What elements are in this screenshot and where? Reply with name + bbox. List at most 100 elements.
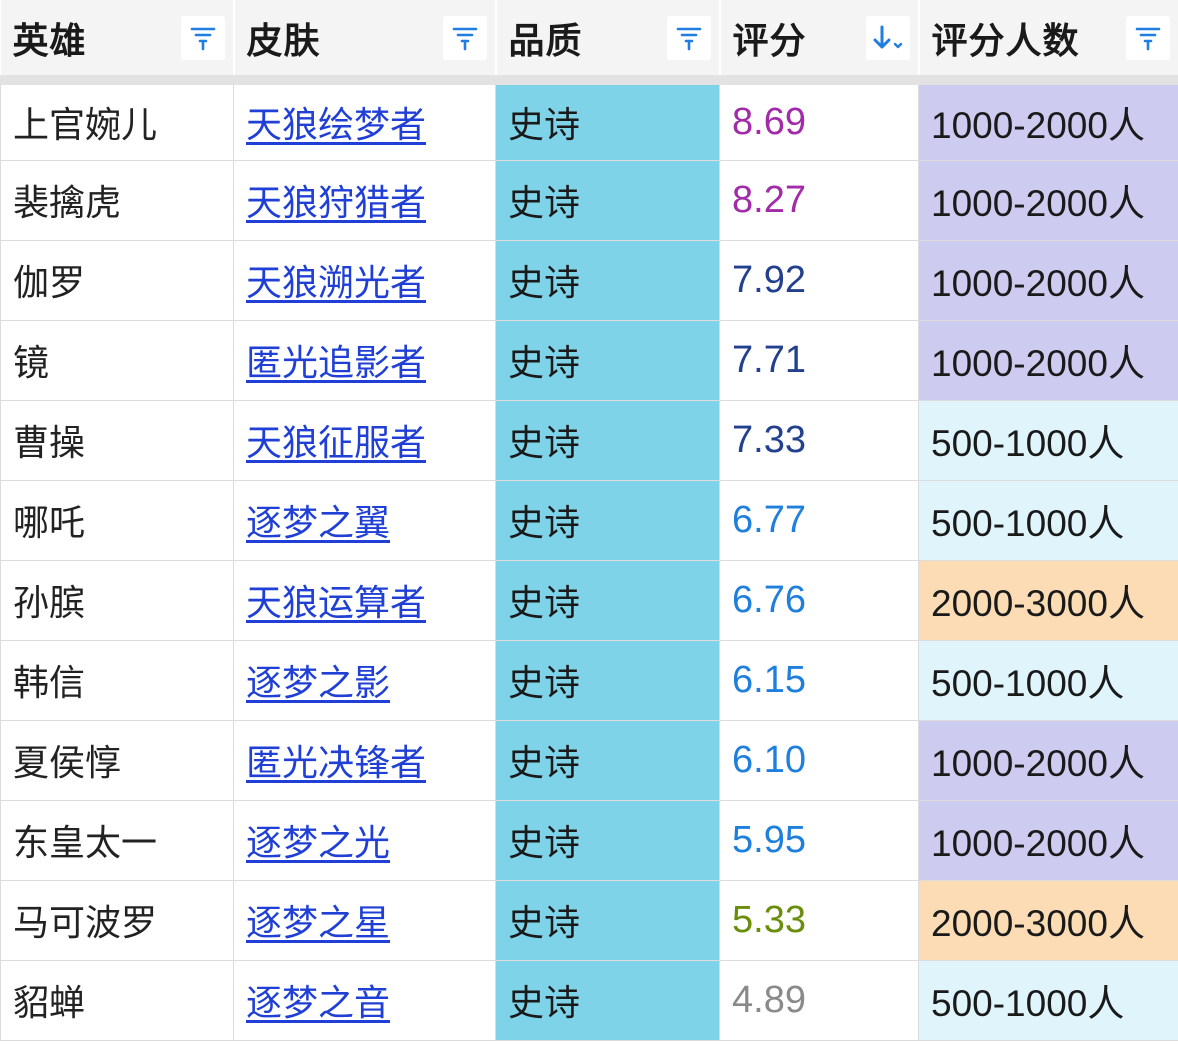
cell-quality: 史诗 xyxy=(495,879,720,961)
table-row: 裴擒虎 天狼狩猎者 史诗 8.27 1000-2000人 xyxy=(0,159,1178,241)
table-body: 上官婉儿 天狼绘梦者 史诗 8.69 1000-2000人 裴擒虎 天狼狩猎者 史诗 8.27 1… xyxy=(0,79,1178,1041)
skin-rating-table: 英雄 皮肤 品质 评分 评分人数 上官婉儿 天狼绘梦者 史诗 8.69 1000… xyxy=(0,0,1178,1041)
cell-skin: 天狼溯光者 xyxy=(233,239,496,321)
cell-rating-count: 500-1000人 xyxy=(918,959,1178,1041)
skin-link[interactable]: 天狼绘梦者 xyxy=(246,105,426,146)
cell-skin: 匿光追影者 xyxy=(233,319,496,401)
cell-rating-count: 2000-3000人 xyxy=(918,879,1178,961)
cell-skin: 逐梦之音 xyxy=(233,959,496,1041)
cell-skin: 天狼绘梦者 xyxy=(233,79,496,161)
skin-link[interactable]: 逐梦之影 xyxy=(246,663,390,704)
cell-quality: 史诗 xyxy=(495,319,720,401)
cell-hero: 貂蝉 xyxy=(0,959,234,1041)
column-header-skin[interactable]: 皮肤 xyxy=(233,0,497,85)
cell-rating-count: 500-1000人 xyxy=(918,639,1178,721)
skin-link[interactable]: 匿光追影者 xyxy=(246,343,426,384)
skin-link[interactable]: 天狼运算者 xyxy=(246,583,426,624)
cell-rating-count: 1000-2000人 xyxy=(918,319,1178,401)
cell-rating-count: 500-1000人 xyxy=(918,399,1178,481)
cell-score: 5.33 xyxy=(719,879,919,961)
cell-quality: 史诗 xyxy=(495,479,720,561)
cell-skin: 天狼运算者 xyxy=(233,559,496,641)
skin-link[interactable]: 天狼溯光者 xyxy=(246,263,426,304)
cell-quality: 史诗 xyxy=(495,799,720,881)
column-header-hero[interactable]: 英雄 xyxy=(0,0,235,85)
table-row: 镜匿光追影者 史诗 7.71 1000-2000人 xyxy=(0,319,1178,401)
table-row: 孙膑 天狼运算者 史诗 6.76 2000-3000人 xyxy=(0,559,1178,641)
skin-link[interactable]: 逐梦之星 xyxy=(246,903,390,944)
column-label: 品质 xyxy=(508,20,583,62)
table-row: 伽罗 天狼溯光者 史诗 7.92 1000-2000人 xyxy=(0,239,1178,321)
table-row: 上官婉儿 天狼绘梦者 史诗 8.69 1000-2000人 xyxy=(0,79,1178,161)
cell-score: 7.92 xyxy=(719,239,919,321)
cell-skin: 逐梦之影 xyxy=(233,639,496,721)
cell-skin: 逐梦之翼 xyxy=(233,479,496,561)
column-label: 皮肤 xyxy=(246,20,321,62)
cell-rating-count: 1000-2000人 xyxy=(918,239,1178,321)
cell-score: 6.15 xyxy=(719,639,919,721)
cell-hero: 夏侯惇 xyxy=(0,719,234,801)
table-row: 马可波罗 逐梦之星 史诗 5.33 2000-3000人 xyxy=(0,879,1178,961)
cell-score: 5.95 xyxy=(719,799,919,881)
skin-link[interactable]: 逐梦之光 xyxy=(246,823,390,864)
cell-score: 7.33 xyxy=(719,399,919,481)
table-row: 哪吒 逐梦之翼 史诗 6.77 500-1000人 xyxy=(0,479,1178,561)
table-header: 英雄 皮肤 品质 评分 评分人数 xyxy=(0,0,1178,85)
filter-icon xyxy=(676,27,701,50)
filter-button[interactable] xyxy=(666,15,711,60)
cell-hero: 伽罗 xyxy=(0,239,234,321)
skin-link[interactable]: 匿光决锋者 xyxy=(246,743,426,784)
cell-skin: 天狼狩猎者 xyxy=(233,159,496,241)
filter-icon xyxy=(452,27,477,50)
cell-quality: 史诗 xyxy=(495,719,720,801)
sort-descending-icon xyxy=(873,25,902,48)
cell-hero: 镜 xyxy=(0,319,234,401)
cell-quality: 史诗 xyxy=(495,639,720,721)
cell-score: 6.77 xyxy=(719,479,919,561)
cell-rating-count: 1000-2000人 xyxy=(918,79,1178,161)
cell-hero: 裴擒虎 xyxy=(0,159,234,241)
cell-skin: 逐梦之星 xyxy=(233,879,496,961)
cell-hero: 孙膑 xyxy=(0,559,234,641)
cell-hero: 曹操 xyxy=(0,399,234,481)
sort-button[interactable] xyxy=(865,15,910,60)
cell-rating-count: 1000-2000人 xyxy=(918,719,1178,801)
cell-hero: 马可波罗 xyxy=(0,879,234,961)
cell-rating-count: 500-1000人 xyxy=(918,479,1178,561)
cell-score: 7.71 xyxy=(719,319,919,401)
cell-skin: 逐梦之光 xyxy=(233,799,496,881)
cell-hero: 东皇太一 xyxy=(0,799,234,881)
cell-skin: 匿光决锋者 xyxy=(233,719,496,801)
cell-score: 8.69 xyxy=(719,79,919,161)
skin-link[interactable]: 天狼狩猎者 xyxy=(246,183,426,224)
cell-score: 8.27 xyxy=(719,159,919,241)
column-label: 评分人数 xyxy=(931,20,1080,62)
skin-link[interactable]: 逐梦之翼 xyxy=(246,503,390,544)
filter-button[interactable] xyxy=(180,15,225,60)
cell-score: 4.89 xyxy=(719,959,919,1041)
cell-rating-count: 2000-3000人 xyxy=(918,559,1178,641)
filter-button[interactable] xyxy=(442,15,487,60)
column-header-rating-count[interactable]: 评分人数 xyxy=(918,0,1178,85)
cell-hero: 上官婉儿 xyxy=(0,79,234,161)
cell-skin: 天狼征服者 xyxy=(233,399,496,481)
cell-hero: 哪吒 xyxy=(0,479,234,561)
filter-icon xyxy=(190,27,215,50)
filter-icon xyxy=(1135,27,1160,50)
filter-button[interactable] xyxy=(1125,15,1170,60)
column-header-quality[interactable]: 品质 xyxy=(495,0,721,85)
table-row: 夏侯惇 匿光决锋者 史诗 6.10 1000-2000人 xyxy=(0,719,1178,801)
column-label: 评分 xyxy=(732,20,807,62)
cell-quality: 史诗 xyxy=(495,559,720,641)
cell-quality: 史诗 xyxy=(495,159,720,241)
cell-score: 6.76 xyxy=(719,559,919,641)
cell-quality: 史诗 xyxy=(495,79,720,161)
cell-hero: 韩信 xyxy=(0,639,234,721)
column-label: 英雄 xyxy=(12,20,87,62)
skin-link[interactable]: 天狼征服者 xyxy=(246,423,426,464)
cell-rating-count: 1000-2000人 xyxy=(918,159,1178,241)
table-row: 韩信 逐梦之影 史诗 6.15 500-1000人 xyxy=(0,639,1178,721)
column-header-score[interactable]: 评分 xyxy=(719,0,920,85)
skin-link[interactable]: 逐梦之音 xyxy=(246,983,390,1024)
cell-quality: 史诗 xyxy=(495,399,720,481)
